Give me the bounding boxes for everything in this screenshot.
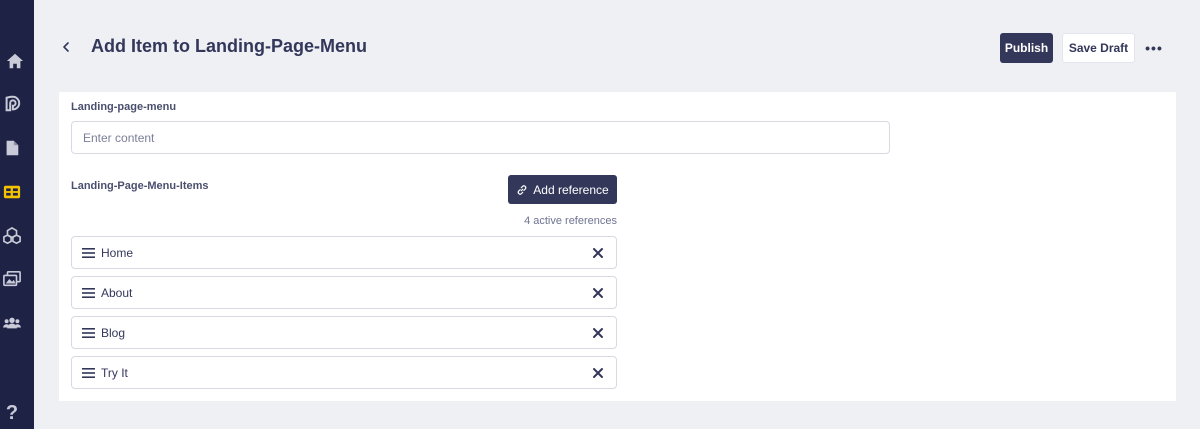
publish-button[interactable]: Publish (1000, 33, 1053, 63)
link-icon (517, 184, 527, 195)
add-reference-label: Add reference (533, 182, 609, 197)
blog-icon[interactable] (0, 92, 24, 116)
remove-icon[interactable] (592, 367, 604, 379)
reference-item-label: About (101, 286, 133, 300)
content-icon[interactable] (0, 180, 24, 204)
reference-item-label: Home (101, 246, 134, 260)
document-icon[interactable] (0, 136, 24, 160)
save-draft-button[interactable]: Save Draft (1062, 33, 1135, 63)
page-title: Add Item to Landing-Page-Menu (91, 36, 367, 56)
remove-icon[interactable] (592, 287, 604, 299)
reference-item-label: Blog (101, 326, 126, 340)
sidebar: ? (0, 0, 34, 429)
reference-item[interactable]: Home (71, 236, 617, 269)
chevron-left-icon (63, 42, 69, 52)
drag-handle-icon[interactable] (82, 327, 95, 339)
drag-handle-icon[interactable] (82, 247, 95, 259)
menu-items-label: Landing-Page-Menu-Items (71, 180, 209, 192)
drag-handle-icon[interactable] (82, 367, 95, 379)
more-options-button[interactable]: ••• (1142, 36, 1166, 60)
media-icon[interactable] (0, 267, 24, 291)
remove-icon[interactable] (592, 247, 604, 259)
add-reference-button[interactable]: Add reference (508, 175, 617, 204)
menu-field-label: Landing-page-menu (71, 101, 177, 113)
back-button[interactable] (56, 36, 76, 58)
reference-item[interactable]: Blog (71, 316, 617, 349)
help-icon[interactable]: ? (0, 401, 24, 425)
content-input[interactable] (71, 121, 890, 154)
reference-item[interactable]: About (71, 276, 617, 309)
page-header: Add Item to Landing-Page-Menu Publish Sa… (34, 0, 1200, 92)
users-icon[interactable] (0, 311, 24, 335)
reference-item[interactable]: Try It (71, 356, 617, 389)
active-references-count: 4 active references (524, 215, 617, 227)
more-icon: ••• (1145, 40, 1163, 56)
components-icon[interactable] (0, 224, 24, 248)
reference-item-label: Try It (101, 366, 128, 380)
drag-handle-icon[interactable] (82, 287, 95, 299)
edit-panel: Landing-page-menu Landing-Page-Menu-Item… (59, 92, 1176, 401)
remove-icon[interactable] (592, 327, 604, 339)
home-icon[interactable] (3, 49, 27, 73)
